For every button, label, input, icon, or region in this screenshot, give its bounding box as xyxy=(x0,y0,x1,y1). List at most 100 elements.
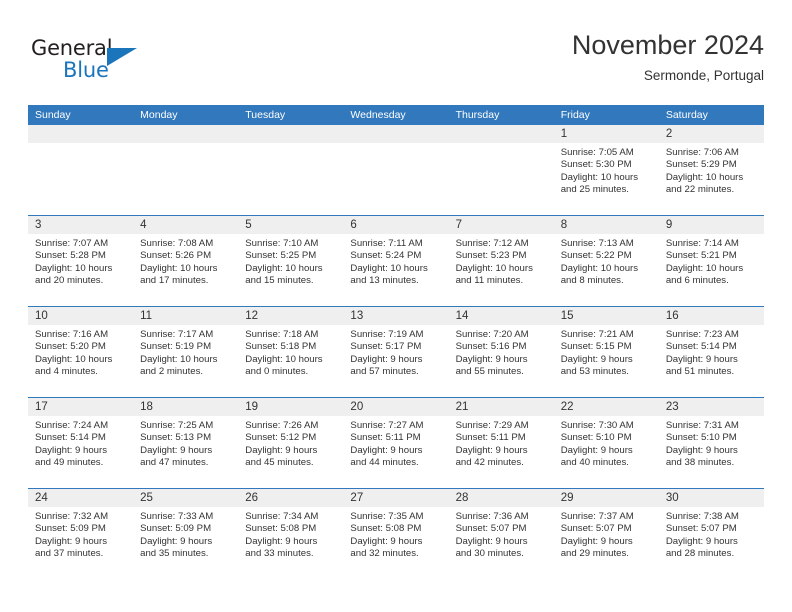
sunrise-time: Sunrise: 7:30 AM xyxy=(560,420,634,431)
calendar-day-cell[interactable]: 9 Sunrise: 7:14 AM Sunset: 5:21 PM Daylight… xyxy=(658,215,764,307)
daylight-duration-line1: Daylight: 9 hours xyxy=(350,444,423,456)
daylight-duration-line2: and 42 minutes. xyxy=(455,457,524,469)
day-details: Sunrise: 7:32 AM Sunset: 5:09 PM Daylight:… xyxy=(28,507,133,561)
day-details: Sunrise: 7:37 AM Sunset: 5:07 PM Daylight:… xyxy=(554,507,659,561)
daylight-duration-line2: and 53 minutes. xyxy=(560,366,629,378)
calendar-day-cell[interactable]: 27 Sunrise: 7:35 AM Sunset: 5:08 PM Dayligh… xyxy=(343,488,449,579)
sunset-time: Sunset: 5:10 PM xyxy=(560,432,632,444)
daylight-duration-line2: and 37 minutes. xyxy=(35,548,104,560)
daylight-duration-line2: and 8 minutes. xyxy=(560,275,624,287)
title-block: November 2024 Sermonde, Portugal xyxy=(572,28,764,86)
day-details: Sunrise: 7:07 AM Sunset: 5:28 PM Daylight:… xyxy=(28,234,133,288)
calendar-day-cell[interactable]: 13 Sunrise: 7:19 AM Sunset: 5:17 PM Dayligh… xyxy=(343,306,449,398)
sunset-time: Sunset: 5:07 PM xyxy=(665,523,737,535)
calendar-day-cell[interactable]: 2 Sunrise: 7:06 AM Sunset: 5:29 PM Daylight… xyxy=(658,125,764,216)
sunrise-time: Sunrise: 7:10 AM xyxy=(245,238,319,249)
daylight-duration-line2: and 47 minutes. xyxy=(140,457,209,469)
calendar-day-cell[interactable]: 12 Sunrise: 7:18 AM Sunset: 5:18 PM Dayligh… xyxy=(238,306,344,398)
calendar-day-cell-empty xyxy=(343,125,449,216)
daylight-duration-line1: Daylight: 10 hours xyxy=(560,262,639,274)
calendar-day-cell[interactable]: 25 Sunrise: 7:33 AM Sunset: 5:09 PM Dayligh… xyxy=(133,488,239,579)
calendar-day-cell[interactable]: 6 Sunrise: 7:11 AM Sunset: 5:24 PM Daylight… xyxy=(343,215,449,307)
calendar-day-cell[interactable]: 30 Sunrise: 7:38 AM Sunset: 5:07 PM Dayligh… xyxy=(658,488,764,579)
day-number: 3 xyxy=(28,216,134,234)
calendar-day-cell[interactable]: 8 Sunrise: 7:13 AM Sunset: 5:22 PM Daylight… xyxy=(553,215,659,307)
day-details: Sunrise: 7:34 AM Sunset: 5:08 PM Daylight:… xyxy=(238,507,343,561)
sunset-time: Sunset: 5:23 PM xyxy=(455,250,527,262)
daylight-duration-line1: Daylight: 10 hours xyxy=(560,171,639,183)
calendar-day-cell[interactable]: 21 Sunrise: 7:29 AM Sunset: 5:11 PM Dayligh… xyxy=(448,397,554,489)
daylight-duration-line1: Daylight: 10 hours xyxy=(245,262,323,274)
calendar-day-cell[interactable]: 18 Sunrise: 7:25 AM Sunset: 5:13 PM Dayligh… xyxy=(133,397,239,489)
daylight-duration-line1: Daylight: 10 hours xyxy=(665,171,744,183)
day-number: 18 xyxy=(133,398,239,416)
calendar-day-cell[interactable]: 3 Sunrise: 7:07 AM Sunset: 5:28 PM Daylight… xyxy=(28,215,134,307)
daylight-duration-line1: Daylight: 10 hours xyxy=(35,262,113,274)
calendar-day-cell[interactable]: 24 Sunrise: 7:32 AM Sunset: 5:09 PM Dayligh… xyxy=(28,488,134,579)
calendar-day-cell[interactable]: 26 Sunrise: 7:34 AM Sunset: 5:08 PM Dayligh… xyxy=(238,488,344,579)
calendar-page: General Blue November 2024 Sermonde, Por… xyxy=(0,0,792,612)
sunrise-time: Sunrise: 7:08 AM xyxy=(140,238,214,249)
daylight-duration-line2: and 28 minutes. xyxy=(665,548,735,560)
calendar-day-cell[interactable]: 14 Sunrise: 7:20 AM Sunset: 5:16 PM Dayligh… xyxy=(448,306,554,398)
daylight-duration-line2: and 44 minutes. xyxy=(350,457,419,469)
daylight-duration-line2: and 4 minutes. xyxy=(35,366,98,378)
day-number: 29 xyxy=(553,489,659,507)
sunrise-time: Sunrise: 7:07 AM xyxy=(35,238,109,249)
sunrise-time: Sunrise: 7:21 AM xyxy=(560,329,634,340)
day-details: Sunrise: 7:14 AM Sunset: 5:21 PM Daylight:… xyxy=(659,234,764,288)
day-details: Sunrise: 7:16 AM Sunset: 5:20 PM Daylight:… xyxy=(28,325,133,379)
calendar-day-cell[interactable]: 1 Sunrise: 7:05 AM Sunset: 5:30 PM Daylight… xyxy=(553,125,659,216)
calendar-day-cell[interactable]: 15 Sunrise: 7:21 AM Sunset: 5:15 PM Dayligh… xyxy=(553,306,659,398)
calendar-day-cell[interactable]: 7 Sunrise: 7:12 AM Sunset: 5:23 PM Daylight… xyxy=(448,215,554,307)
sunset-time: Sunset: 5:11 PM xyxy=(350,432,421,444)
daylight-duration-line2: and 45 minutes. xyxy=(245,457,314,469)
daylight-duration-line2: and 57 minutes. xyxy=(350,366,419,378)
sunset-time: Sunset: 5:09 PM xyxy=(35,523,106,535)
calendar-day-cell[interactable]: 16 Sunrise: 7:23 AM Sunset: 5:14 PM Dayligh… xyxy=(658,306,764,398)
calendar-day-cell[interactable]: 28 Sunrise: 7:36 AM Sunset: 5:07 PM Dayligh… xyxy=(448,488,554,579)
calendar-day-cell[interactable]: 23 Sunrise: 7:31 AM Sunset: 5:10 PM Dayligh… xyxy=(658,397,764,489)
calendar-day-cell[interactable]: 11 Sunrise: 7:17 AM Sunset: 5:19 PM Dayligh… xyxy=(133,306,239,398)
calendar-day-cell[interactable]: 20 Sunrise: 7:27 AM Sunset: 5:11 PM Dayligh… xyxy=(343,397,449,489)
calendar-day-cell[interactable]: 29 Sunrise: 7:37 AM Sunset: 5:07 PM Dayligh… xyxy=(553,488,659,579)
day-details: Sunrise: 7:35 AM Sunset: 5:08 PM Daylight:… xyxy=(343,507,448,561)
sunset-time: Sunset: 5:28 PM xyxy=(35,250,106,262)
sunrise-time: Sunrise: 7:38 AM xyxy=(665,511,739,522)
day-details: Sunrise: 7:38 AM Sunset: 5:07 PM Daylight:… xyxy=(659,507,764,561)
daylight-duration-line1: Daylight: 10 hours xyxy=(140,353,218,365)
calendar-day-cell[interactable]: 17 Sunrise: 7:24 AM Sunset: 5:14 PM Dayligh… xyxy=(28,397,134,489)
calendar-day-cell[interactable]: 19 Sunrise: 7:26 AM Sunset: 5:12 PM Dayligh… xyxy=(238,397,344,489)
calendar-day-cell[interactable]: 5 Sunrise: 7:10 AM Sunset: 5:25 PM Daylight… xyxy=(238,215,344,307)
sunset-time: Sunset: 5:11 PM xyxy=(455,432,526,444)
sunrise-time: Sunrise: 7:29 AM xyxy=(455,420,529,431)
sunset-time: Sunset: 5:29 PM xyxy=(665,159,737,171)
day-number: 26 xyxy=(238,489,344,507)
daylight-duration-line1: Daylight: 10 hours xyxy=(35,353,113,365)
day-details: Sunrise: 7:05 AM Sunset: 5:30 PM Daylight:… xyxy=(554,143,659,197)
day-number: 8 xyxy=(553,216,659,234)
sunrise-time: Sunrise: 7:27 AM xyxy=(350,420,424,431)
daylight-duration-line1: Daylight: 9 hours xyxy=(560,535,633,547)
day-details: Sunrise: 7:19 AM Sunset: 5:17 PM Daylight:… xyxy=(343,325,448,379)
daylight-duration-line2: and 51 minutes. xyxy=(665,366,735,378)
sunrise-time: Sunrise: 7:31 AM xyxy=(665,420,739,431)
day-number: 15 xyxy=(553,307,659,325)
calendar-day-cell[interactable]: 4 Sunrise: 7:08 AM Sunset: 5:26 PM Daylight… xyxy=(133,215,239,307)
sunrise-sunset-calendar: Sunday Monday Tuesday Wednesday Thursday… xyxy=(28,105,764,579)
day-number: 2 xyxy=(658,125,764,143)
sunset-time: Sunset: 5:07 PM xyxy=(455,523,527,535)
sunrise-time: Sunrise: 7:11 AM xyxy=(350,238,423,249)
calendar-day-cell-empty xyxy=(28,125,134,216)
sunset-time: Sunset: 5:20 PM xyxy=(35,341,106,353)
day-details: Sunrise: 7:21 AM Sunset: 5:15 PM Daylight:… xyxy=(554,325,659,379)
calendar-day-cell[interactable]: 10 Sunrise: 7:16 AM Sunset: 5:20 PM Dayligh… xyxy=(28,306,134,398)
calendar-week-row: 10 Sunrise: 7:16 AM Sunset: 5:20 PM Dayligh… xyxy=(28,306,764,398)
general-blue-logo[interactable]: General Blue xyxy=(31,36,171,88)
day-number: 22 xyxy=(553,398,659,416)
weekday-header-saturday: Saturday xyxy=(658,105,764,125)
day-number: 30 xyxy=(658,489,764,507)
calendar-day-cell[interactable]: 22 Sunrise: 7:30 AM Sunset: 5:10 PM Dayligh… xyxy=(553,397,659,489)
weekday-header-monday: Monday xyxy=(133,105,239,125)
calendar-day-cell-empty xyxy=(448,125,554,216)
